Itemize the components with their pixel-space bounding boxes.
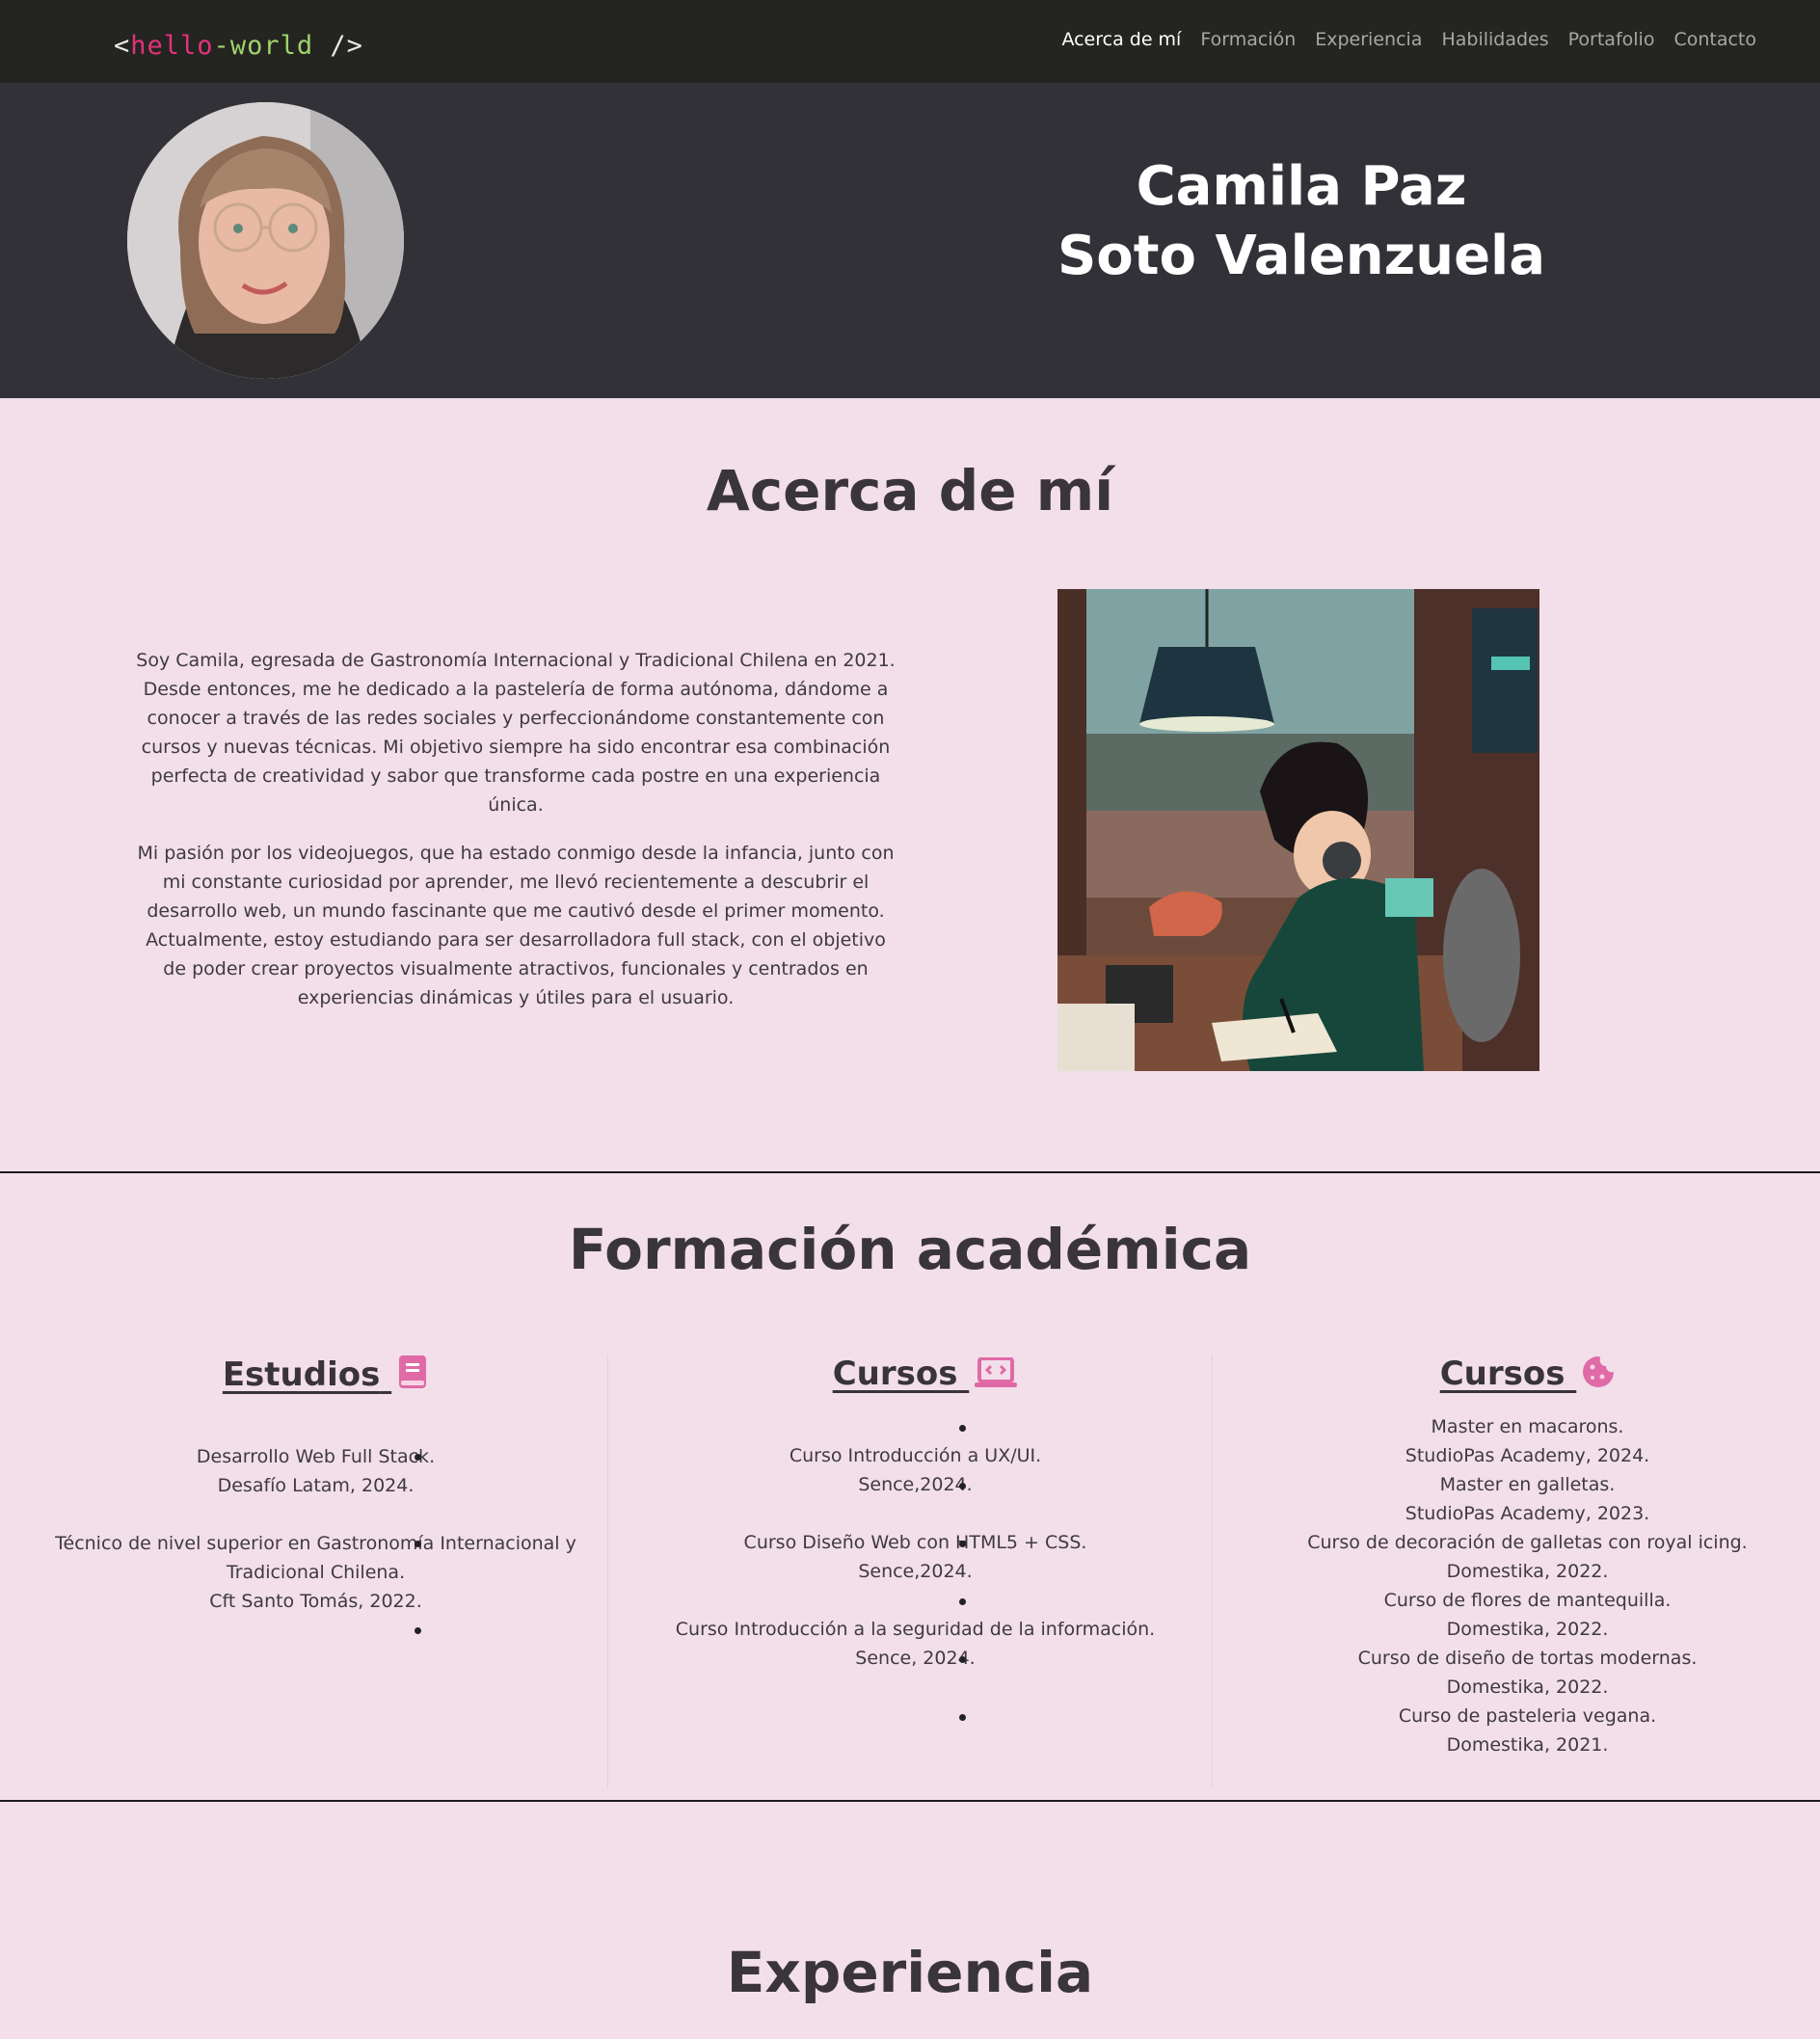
list-item: Curso de pasteleria vegana. Domestika, 2… xyxy=(959,1702,1814,1759)
cursos-pasteleria-column: Cursos Master en macarons. StudioPas Aca… xyxy=(959,1355,1820,1759)
avatar xyxy=(127,102,404,379)
cursos-web-heading-text: Cursos xyxy=(832,1355,958,1393)
nav-link-formacion[interactable]: Formación xyxy=(1200,29,1296,50)
estudios-heading-text: Estudios xyxy=(222,1355,381,1394)
list-item: Curso Introducción a la seguridad de la … xyxy=(415,1615,1202,1673)
brand-hello: hello xyxy=(130,31,214,61)
nav-links: Acerca de mí Formación Experiencia Habil… xyxy=(1061,29,1756,50)
nav-link-contacto[interactable]: Contacto xyxy=(1673,29,1756,50)
navbar: <hello-world /> Acerca de mí Formación E… xyxy=(0,0,1820,83)
lofi-girl-image xyxy=(1057,589,1539,1071)
section-divider xyxy=(0,1171,1820,1173)
hero-banner: Camila Paz Soto Valenzuela xyxy=(0,83,1820,398)
hero-name-line1: Camila Paz xyxy=(1136,155,1467,218)
cursos-pasteleria-list: Master en macarons. StudioPas Academy, 2… xyxy=(959,1412,1820,1759)
about-paragraph-1: Soy Camila, egresada de Gastronomía Inte… xyxy=(136,650,896,816)
book-icon xyxy=(397,1355,428,1398)
list-item: Master en galletas. StudioPas Academy, 2… xyxy=(959,1470,1814,1528)
estudios-heading: Estudios xyxy=(24,1355,627,1398)
estudios-list: Desarrollo Web Full Stack. Desafío Latam… xyxy=(24,1442,627,1616)
list-item: Curso Introducción a UX/UI. Sence,2024. xyxy=(415,1441,1202,1499)
about-paragraph-2: Mi pasión por los videojuegos, que ha es… xyxy=(137,843,895,1008)
cursos-pasteleria-heading-text: Cursos xyxy=(1439,1355,1566,1393)
cookie-icon xyxy=(1582,1355,1615,1397)
estudios-column: Estudios Desarrollo Web Full Stack. Desa… xyxy=(24,1355,627,1645)
brand-logo[interactable]: <hello-world /> xyxy=(114,31,363,61)
formacion-title: Formación académica xyxy=(568,1217,1252,1282)
list-item: Técnico de nivel superior en Gastronomía… xyxy=(29,1529,602,1616)
hero-name: Camila Paz Soto Valenzuela xyxy=(1022,152,1581,291)
laptop-code-icon xyxy=(975,1356,1018,1397)
brand-dash: - xyxy=(213,31,230,61)
cursos-web-column: Cursos Curso Introducción a UX/UI. Sence… xyxy=(415,1355,1226,1702)
nav-link-portafolio[interactable]: Portafolio xyxy=(1568,29,1655,50)
brand-close-bracket: /> xyxy=(313,31,363,61)
brand-open-bracket: < xyxy=(114,31,131,61)
hero-name-line2: Soto Valenzuela xyxy=(1057,225,1546,287)
nav-link-experiencia[interactable]: Experiencia xyxy=(1315,29,1422,50)
experiencia-title: Experiencia xyxy=(726,1940,1094,2005)
list-item: Curso Diseño Web con HTML5 + CSS. Sence,… xyxy=(415,1528,1202,1586)
about-illustration xyxy=(1057,589,1539,1071)
about-title: Acerca de mí xyxy=(706,458,1114,523)
list-item: Curso de diseño de tortas modernas. Dome… xyxy=(959,1644,1814,1702)
nav-link-habilidades[interactable]: Habilidades xyxy=(1441,29,1548,50)
brand-world: world xyxy=(229,31,314,61)
cursos-pasteleria-heading: Cursos xyxy=(1226,1355,1820,1397)
cursos-web-heading: Cursos xyxy=(624,1355,1226,1397)
about-text: Soy Camila, egresada de Gastronomía Inte… xyxy=(135,646,897,1032)
list-item: Master en macarons. StudioPas Academy, 2… xyxy=(959,1412,1814,1470)
cursos-web-list: Curso Introducción a UX/UI. Sence,2024. … xyxy=(415,1441,1226,1673)
list-item: Curso de decoración de galletas con roya… xyxy=(959,1528,1814,1586)
nav-link-acerca[interactable]: Acerca de mí xyxy=(1061,29,1181,50)
list-item: Desarrollo Web Full Stack. Desafío Latam… xyxy=(29,1442,602,1500)
section-divider xyxy=(0,1800,1820,1802)
list-item: Curso de flores de mantequilla. Domestik… xyxy=(959,1586,1814,1644)
avatar-portrait xyxy=(127,102,404,379)
